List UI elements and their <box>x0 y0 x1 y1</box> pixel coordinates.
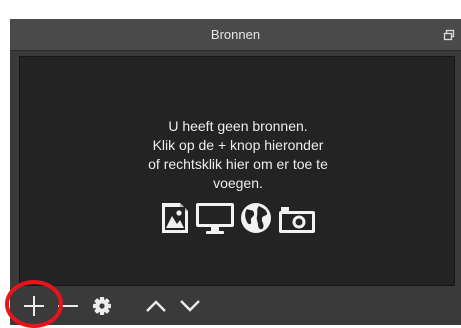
move-source-up-button[interactable] <box>142 292 170 320</box>
float-dock-icon[interactable] <box>443 28 455 41</box>
chevron-up-icon <box>142 292 170 320</box>
sources-dock: Bronnen U heeft geen bronnen. Klik op de… <box>10 19 461 325</box>
chevron-down-icon <box>176 292 204 320</box>
move-source-down-button[interactable] <box>176 292 204 320</box>
empty-message-line: of rechtsklik hier om er toe te <box>148 156 328 172</box>
sources-toolbar <box>10 287 461 325</box>
minus-icon <box>54 292 82 320</box>
dock-title: Bronnen <box>210 27 261 42</box>
monitor-icon <box>195 201 235 235</box>
sources-list[interactable]: U heeft geen bronnen. Klik op de + knop … <box>19 56 455 286</box>
remove-source-button[interactable] <box>54 292 82 320</box>
dock-titlebar: Bronnen <box>10 19 461 51</box>
source-properties-button[interactable] <box>88 292 116 320</box>
empty-message-line: U heeft geen bronnen. <box>168 118 308 134</box>
add-source-button[interactable] <box>20 292 48 320</box>
empty-message-line: Klik op de + knop hieronder <box>152 137 324 153</box>
source-type-icons <box>20 198 456 238</box>
plus-icon <box>20 292 48 320</box>
image-icon <box>159 201 191 235</box>
empty-sources-message: U heeft geen bronnen. Klik op de + knop … <box>20 117 456 193</box>
gear-icon <box>88 292 116 320</box>
globe-icon <box>239 201 273 235</box>
camera-icon <box>277 201 317 235</box>
empty-message-line: voegen. <box>213 175 263 191</box>
